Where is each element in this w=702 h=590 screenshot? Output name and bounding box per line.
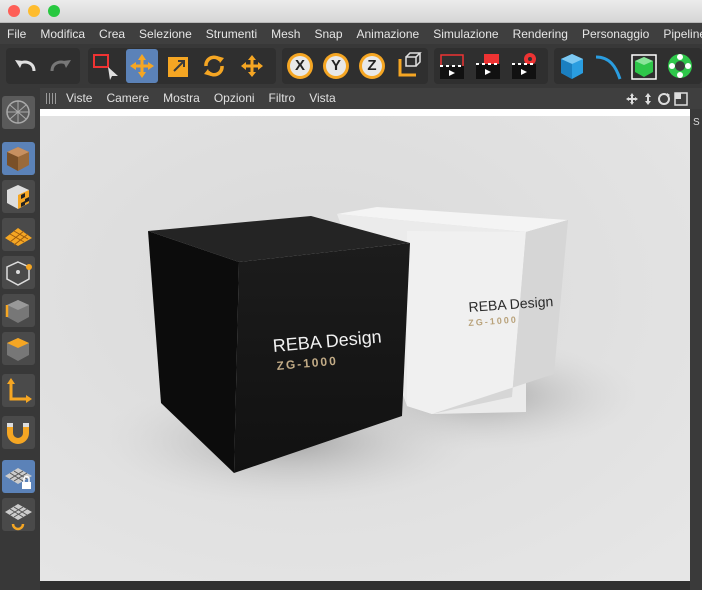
render-view-icon bbox=[440, 54, 464, 79]
render-settings-icon bbox=[512, 53, 536, 79]
menu-file[interactable]: File bbox=[0, 27, 33, 41]
menu-pipeline[interactable]: Pipeline bbox=[656, 27, 702, 41]
3d-viewport[interactable]: REBA Design ZG-1000 REBA Design ZG-1000 bbox=[40, 109, 690, 581]
cloner-object-button[interactable] bbox=[664, 49, 696, 83]
workplane-button[interactable] bbox=[2, 218, 35, 251]
rotate-tool-button[interactable] bbox=[198, 49, 230, 83]
panel-grip-icon[interactable] bbox=[46, 93, 56, 104]
cube-object-button[interactable] bbox=[556, 49, 588, 83]
y-axis-lock-button[interactable]: Y bbox=[320, 49, 352, 83]
coordinate-system-button[interactable] bbox=[392, 49, 424, 83]
menu-selezione[interactable]: Selezione bbox=[132, 27, 199, 41]
viewport-menu-opzioni[interactable]: Opzioni bbox=[214, 91, 262, 105]
y-axis-label: Y bbox=[330, 57, 341, 74]
scale-icon bbox=[168, 57, 188, 77]
x-axis-label: X bbox=[294, 57, 305, 74]
polygons-cube-icon bbox=[7, 338, 29, 361]
menu-animazione[interactable]: Animazione bbox=[350, 27, 427, 41]
render-settings-button[interactable] bbox=[508, 49, 540, 83]
x-axis-lock-button[interactable]: X bbox=[284, 49, 316, 83]
menu-rendering[interactable]: Rendering bbox=[506, 27, 575, 41]
texture-checker-icon bbox=[7, 185, 29, 209]
scale-tool-button[interactable] bbox=[162, 49, 194, 83]
render-view-button[interactable] bbox=[436, 49, 468, 83]
menu-snap[interactable]: Snap bbox=[307, 27, 349, 41]
viewport-nav-controls bbox=[626, 92, 688, 106]
close-window-button[interactable] bbox=[8, 5, 20, 17]
points-cube-icon bbox=[6, 261, 32, 286]
coordinate-system-icon bbox=[398, 52, 422, 77]
zoom-window-button[interactable] bbox=[48, 5, 60, 17]
main-toolbar: X Y Z bbox=[0, 44, 702, 88]
viewport-bottom-edge bbox=[40, 581, 690, 590]
make-editable-icon bbox=[6, 100, 30, 124]
subdivision-surface-button[interactable] bbox=[628, 49, 660, 83]
viewport-menu-camere[interactable]: Camere bbox=[106, 91, 156, 105]
menu-mesh[interactable]: Mesh bbox=[264, 27, 307, 41]
texture-mode-button[interactable] bbox=[2, 180, 35, 213]
rectangle-select-icon bbox=[93, 54, 118, 80]
left-palette bbox=[0, 88, 40, 590]
z-axis-label: Z bbox=[367, 57, 377, 74]
workplane-grid-icon bbox=[5, 228, 32, 246]
pan-icon[interactable] bbox=[626, 93, 638, 105]
menu-bar: File Modifica Crea Selezione Strumenti M… bbox=[0, 23, 702, 44]
undo-icon bbox=[15, 60, 36, 72]
rotating-grid-icon bbox=[5, 504, 32, 531]
locked-grid-icon bbox=[5, 468, 32, 489]
viewport-menu-filtro[interactable]: Filtro bbox=[269, 91, 303, 105]
snapping-button[interactable] bbox=[2, 416, 35, 449]
maximize-view-icon[interactable] bbox=[674, 92, 688, 106]
viewport-header: Viste Camere Mostra Opzioni Filtro Vista bbox=[40, 88, 702, 109]
model-cube-icon bbox=[7, 147, 29, 171]
viewport-menu-mostra[interactable]: Mostra bbox=[163, 91, 207, 105]
edges-cube-icon bbox=[5, 300, 29, 323]
move-arrows-icon bbox=[130, 54, 154, 78]
menu-personaggio[interactable]: Personaggio bbox=[575, 27, 656, 41]
zoom-icon[interactable] bbox=[645, 93, 651, 105]
redo-icon bbox=[50, 60, 71, 72]
menu-modifica[interactable]: Modifica bbox=[33, 27, 92, 41]
model-mode-button[interactable] bbox=[2, 142, 35, 175]
rotate-icon bbox=[204, 55, 224, 77]
planar-workplane-button[interactable] bbox=[2, 498, 35, 531]
spline-curve-icon bbox=[595, 55, 622, 80]
cube-icon bbox=[561, 54, 583, 79]
plus-arrows-icon bbox=[241, 55, 263, 77]
last-tool-button[interactable] bbox=[236, 49, 268, 83]
redo-button[interactable] bbox=[44, 49, 76, 83]
polygons-mode-button[interactable] bbox=[2, 332, 35, 365]
move-tool-button[interactable] bbox=[126, 49, 158, 83]
minimize-window-button[interactable] bbox=[28, 5, 40, 17]
undo-button[interactable] bbox=[10, 49, 42, 83]
right-panel-edge: S bbox=[690, 109, 702, 590]
cloner-icon bbox=[668, 54, 692, 78]
viewport-menu-viste[interactable]: Viste bbox=[66, 91, 99, 105]
menu-crea[interactable]: Crea bbox=[92, 27, 132, 41]
menu-simulazione[interactable]: Simulazione bbox=[426, 27, 505, 41]
axis-mode-button[interactable] bbox=[2, 374, 35, 407]
render-to-picture-viewer-button[interactable] bbox=[472, 49, 504, 83]
axis-icon bbox=[7, 378, 32, 403]
live-selection-button[interactable] bbox=[90, 49, 122, 83]
render-picture-viewer-icon bbox=[476, 54, 500, 79]
menu-strumenti[interactable]: Strumenti bbox=[199, 27, 264, 41]
window-titlebar bbox=[0, 0, 702, 23]
right-panel-tab-label[interactable]: S bbox=[693, 117, 700, 128]
workplane-lock-button[interactable] bbox=[2, 460, 35, 493]
magnet-icon bbox=[7, 423, 29, 444]
z-axis-lock-button[interactable]: Z bbox=[356, 49, 388, 83]
orbit-icon[interactable] bbox=[658, 93, 670, 105]
viewport-menu-vista[interactable]: Vista bbox=[309, 91, 342, 105]
make-editable-button[interactable] bbox=[2, 96, 35, 129]
points-mode-button[interactable] bbox=[2, 256, 35, 289]
subdivision-surface-icon bbox=[631, 54, 657, 80]
spline-object-button[interactable] bbox=[592, 49, 624, 83]
edges-mode-button[interactable] bbox=[2, 294, 35, 327]
